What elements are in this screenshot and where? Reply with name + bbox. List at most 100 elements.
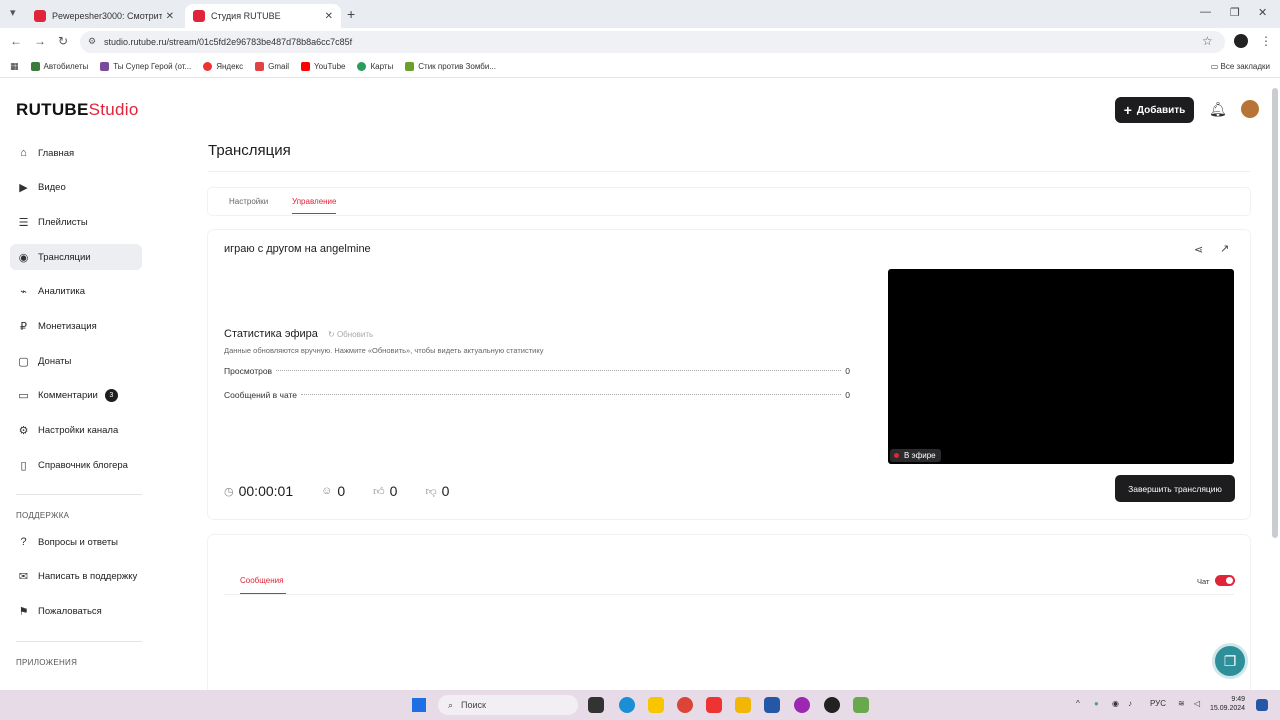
os-taskbar: ⌕ Поиск ^ ● ◉ ♪ РУС ≋ ◁ 9:49 15.09.2024	[0, 690, 1280, 720]
yandex-browser-icon[interactable]	[648, 697, 664, 713]
tab-settings[interactable]: Настройки	[229, 197, 268, 206]
sidebar-item-faq[interactable]: ? Вопросы и ответы	[10, 529, 142, 555]
language-indicator[interactable]: РУС	[1150, 699, 1166, 708]
page-scrollbar[interactable]	[1272, 88, 1278, 538]
sidebar-item-analytics[interactable]: ⌁ Аналитика	[10, 279, 142, 305]
support-chat-button[interactable]: ❐	[1212, 643, 1248, 679]
rutube-studio-logo[interactable]: RUTUBEStudio	[16, 100, 139, 120]
sidebar-item-report[interactable]: ⚑ Пожаловаться	[10, 598, 142, 624]
sidebar-item-channel-settings[interactable]: ⚙ Настройки канала	[10, 418, 142, 444]
bookmark-star-icon[interactable]: ☆	[1202, 34, 1213, 48]
bookmarks-bar: ▦ Автобилеты Ты Супер Герой (от... Яндек…	[0, 56, 1280, 78]
title-divider	[208, 171, 1250, 172]
file-explorer-icon[interactable]	[735, 697, 751, 713]
browser-tab-bar: ▾ Pewepesher3000: Смотрите вс... ✕ Студи…	[0, 0, 1280, 28]
edge-icon[interactable]	[619, 697, 635, 713]
refresh-stats-button[interactable]: ↻ Обновить	[328, 330, 373, 339]
chat-toggle[interactable]	[1215, 575, 1235, 586]
notifications-bell-icon[interactable]: 🔔︎	[1209, 101, 1227, 118]
sidebar-item-playlists[interactable]: ☰ Плейлисты	[10, 209, 142, 235]
comment-icon: ▭	[18, 390, 29, 403]
viewer-icon: ☺	[321, 485, 333, 497]
tab-messages[interactable]: Сообщения	[240, 576, 287, 594]
wifi-icon[interactable]: ≋	[1178, 699, 1185, 708]
tab-title: Pewepesher3000: Смотрите вс...	[52, 11, 162, 21]
yandex-icon[interactable]	[706, 697, 722, 713]
clock[interactable]: 9:49 15.09.2024	[1210, 695, 1245, 713]
bookmark-item[interactable]: YouTube	[301, 62, 345, 71]
bookmark-item[interactable]: Gmail	[255, 62, 289, 71]
external-link-icon[interactable]: ↗	[1220, 242, 1229, 255]
sidebar-item-monetization[interactable]: ₽ Монетизация	[10, 313, 142, 339]
maximize-icon[interactable]: ❐	[1230, 6, 1240, 19]
user-avatar[interactable]	[1241, 100, 1259, 118]
close-tab-icon[interactable]: ✕	[166, 11, 174, 22]
tray-app-icon[interactable]: ◉	[1112, 699, 1119, 708]
forward-icon[interactable]: →	[34, 34, 46, 48]
support-nav: ? Вопросы и ответы ✉ Написать в поддержку …	[10, 529, 142, 633]
maps-icon	[357, 62, 367, 71]
refresh-icon: ↻	[328, 330, 337, 339]
rutube-favicon-icon	[193, 10, 205, 22]
tray-chevron-icon[interactable]: ^	[1076, 699, 1080, 708]
page-title: Трансляция	[208, 142, 291, 159]
stat-row-chat-messages: Сообщений в чате 0	[224, 390, 850, 400]
tab-search-icon[interactable]: ▾	[10, 6, 16, 19]
sidebar-item-blogger-guide[interactable]: ▯ Справочник блогера	[10, 452, 142, 478]
dotted-leader	[301, 393, 842, 395]
sidebar-item-video[interactable]: ▶ Видео	[10, 175, 142, 201]
profile-avatar[interactable]	[1234, 34, 1248, 48]
url-field[interactable]: ⚙ studio.rutube.ru/stream/01c5fd2e96783b…	[80, 31, 1225, 53]
close-window-icon[interactable]: ✕	[1258, 6, 1267, 19]
task-view-icon[interactable]	[588, 697, 604, 713]
bookmark-item[interactable]: Карты	[357, 62, 393, 71]
address-bar-row: ← → ↻ ⚙ studio.rutube.ru/stream/01c5fd2e…	[0, 28, 1280, 56]
apps-grid-icon[interactable]: ▦	[10, 61, 19, 72]
bookmark-item[interactable]: Ты Супер Герой (от...	[100, 62, 191, 71]
bookmark-favicon-icon	[100, 62, 110, 71]
site-info-icon[interactable]: ⚙	[88, 36, 96, 47]
sidebar-divider	[16, 641, 142, 642]
close-tab-icon[interactable]: ✕	[325, 11, 333, 22]
stream-preview-player[interactable]: В эфире	[888, 269, 1234, 464]
new-tab-icon[interactable]: +	[347, 6, 355, 22]
taskbar-search[interactable]: ⌕ Поиск	[438, 695, 578, 715]
bookmark-item[interactable]: Стик против Зомби...	[405, 62, 496, 71]
microphone-icon[interactable]: ♪	[1128, 699, 1132, 708]
sidebar-divider	[16, 494, 142, 495]
notifications-icon[interactable]	[1256, 699, 1268, 711]
sidebar-item-streams[interactable]: ◉ Трансляции	[10, 244, 142, 271]
back-icon[interactable]: ←	[10, 34, 22, 48]
windows-start-icon[interactable]	[412, 698, 426, 712]
sidebar-item-contact-support[interactable]: ✉ Написать в поддержку	[10, 564, 142, 590]
flag-icon: ⚑	[18, 605, 29, 618]
app-icon[interactable]	[794, 697, 810, 713]
obs-icon[interactable]	[824, 697, 840, 713]
broadcast-icon: ◉	[18, 251, 29, 264]
viewers-metric: ☺ 0	[321, 483, 346, 499]
bookmark-item[interactable]: Яндекс	[203, 62, 243, 71]
sidebar-item-comments[interactable]: ▭ Комментарии 3	[10, 383, 142, 409]
sidebar-item-donations[interactable]: ▢ Донаты	[10, 348, 142, 374]
game-icon	[405, 62, 415, 71]
minimize-icon[interactable]: —	[1200, 6, 1211, 18]
sidebar-item-home[interactable]: ⌂ Главная	[10, 140, 142, 166]
store-icon[interactable]	[764, 697, 780, 713]
add-button[interactable]: + Добавить	[1115, 97, 1194, 123]
all-bookmarks-button[interactable]: ▭ Все закладки	[1211, 62, 1270, 71]
reload-icon[interactable]: ↻	[58, 34, 68, 48]
chrome-icon[interactable]	[677, 697, 693, 713]
volume-icon[interactable]: ◁	[1194, 699, 1200, 708]
end-stream-button[interactable]: Завершить трансляцию	[1115, 475, 1235, 502]
home-icon: ⌂	[20, 147, 27, 159]
browser-menu-icon[interactable]: ⋮	[1260, 34, 1272, 48]
tray-app-icon[interactable]: ●	[1094, 699, 1099, 708]
stat-row-views: Просмотров 0	[224, 366, 850, 376]
tab-management[interactable]: Управление	[292, 197, 337, 214]
bookmark-item[interactable]: Автобилеты	[30, 62, 88, 71]
support-heading: ПОДДЕРЖКА	[16, 511, 70, 520]
browser-tab-studio[interactable]: Студия RUTUBE ✕	[185, 4, 341, 28]
share-icon[interactable]: ⋖	[1194, 243, 1203, 256]
browser-tab-pewepesher[interactable]: Pewepesher3000: Смотрите вс... ✕	[26, 4, 182, 28]
minecraft-icon[interactable]	[853, 697, 869, 713]
